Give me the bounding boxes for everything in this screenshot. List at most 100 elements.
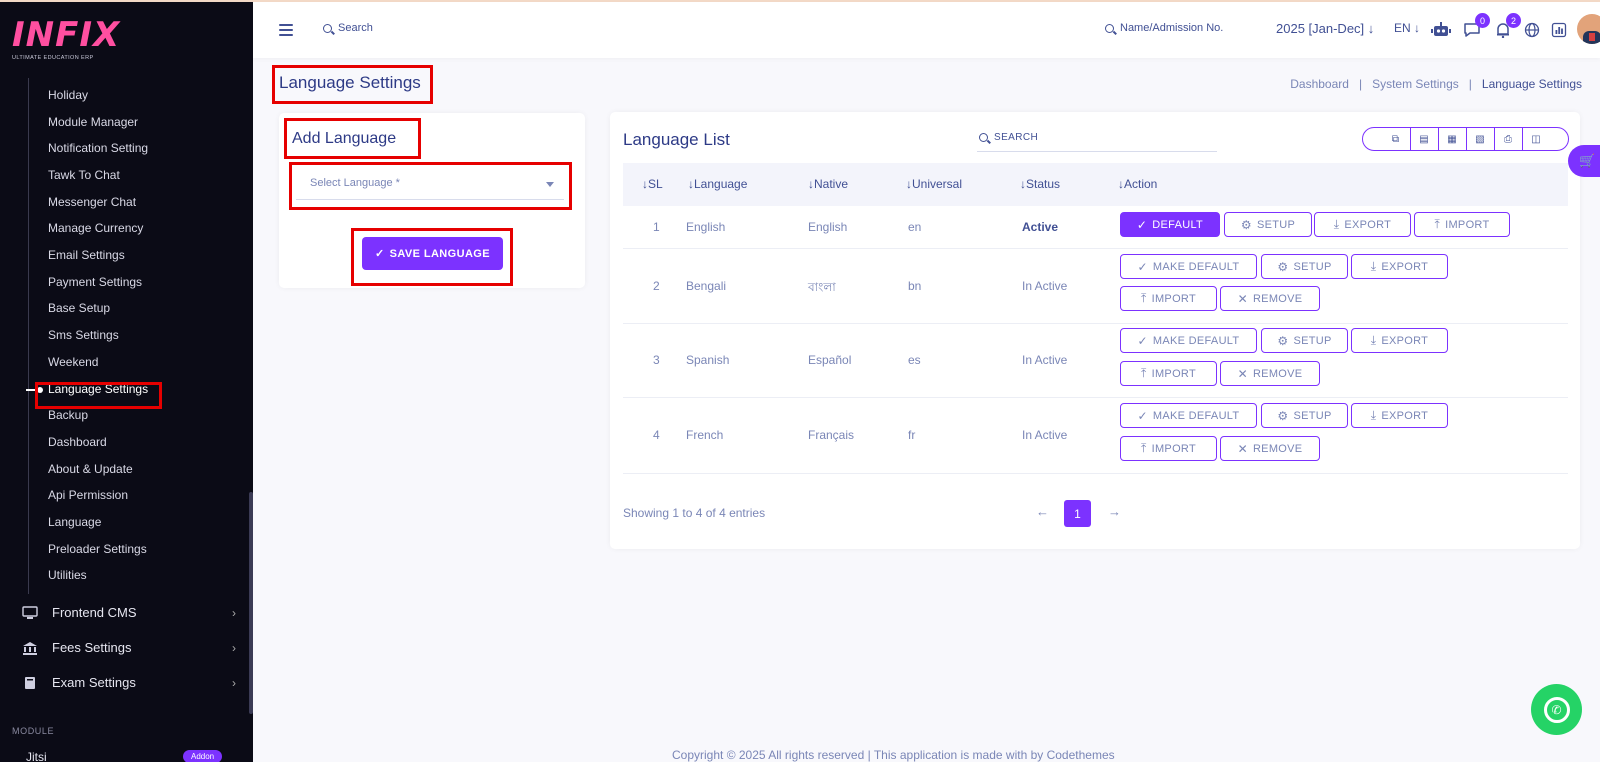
cell-universal: es — [908, 353, 921, 367]
chat-count-badge: 0 — [1475, 13, 1490, 28]
submenu-tree-line — [28, 78, 29, 594]
setup-button[interactable]: ⚙ SETUP — [1261, 403, 1348, 428]
breadcrumb-system-settings[interactable]: System Settings — [1372, 77, 1459, 91]
breadcrumb-dashboard[interactable]: Dashboard — [1290, 77, 1349, 91]
sidebar-group-fees-settings[interactable]: Fees Settings › — [22, 640, 236, 655]
setup-button[interactable]: ⚙ SETUP — [1224, 212, 1312, 237]
side-cart-icon[interactable]: 🛒 — [1568, 145, 1600, 177]
check-icon: ✓ — [1137, 333, 1148, 348]
sidebar-item-email-settings[interactable]: Email Settings — [48, 248, 125, 262]
setup-button[interactable]: ⚙ SETUP — [1261, 254, 1348, 279]
sidebar-group-exam-settings[interactable]: Exam Settings › — [22, 675, 236, 690]
remove-button[interactable]: ✕ REMOVE — [1220, 436, 1320, 461]
export-button[interactable]: ⤓ EXPORT — [1351, 403, 1448, 428]
export-button[interactable]: ⤓ EXPORT — [1351, 254, 1448, 279]
sidebar-item-backup[interactable]: Backup — [48, 408, 88, 422]
copy-icon[interactable]: ⧉ — [1382, 128, 1410, 150]
session-selector[interactable]: 2025 [Jan-Dec] ↓ — [1276, 21, 1374, 36]
top-header: Search Name/Admission No. 2025 [Jan-Dec]… — [253, 2, 1600, 58]
sidebar-item-jitsi[interactable]: Jitsi — [26, 750, 47, 762]
sidebar-item-about-update[interactable]: About & Update — [48, 462, 133, 476]
bell-icon[interactable]: 2 — [1493, 13, 1521, 40]
csv-icon[interactable]: ▦ — [1437, 128, 1466, 150]
cell-native: Español — [808, 353, 852, 367]
export-button[interactable]: ⤓ EXPORT — [1351, 328, 1448, 353]
sidebar-item-sms-settings[interactable]: Sms Settings — [48, 328, 119, 342]
sidebar-item-module-manager[interactable]: Module Manager — [48, 115, 138, 129]
make-default-button[interactable]: ✓ MAKE DEFAULT — [1120, 254, 1257, 279]
upload-icon: ⤒ — [1434, 217, 1441, 231]
admission-search[interactable]: Name/Admission No. — [1105, 22, 1223, 34]
sidebar-scrollbar[interactable] — [249, 492, 253, 714]
cell-language: English — [686, 220, 726, 234]
import-button[interactable]: ⤒ IMPORT — [1120, 361, 1217, 386]
robot-icon[interactable] — [1431, 20, 1451, 40]
excel-icon[interactable]: ▤ — [1409, 128, 1438, 150]
search-icon — [1105, 23, 1114, 33]
make-default-button[interactable]: ✓ MAKE DEFAULT — [1120, 328, 1257, 353]
sidebar-item-tawk-to-chat[interactable]: Tawk To Chat — [48, 168, 120, 182]
globe-icon[interactable] — [1522, 20, 1542, 40]
import-button[interactable]: ⤒ IMPORT — [1414, 212, 1510, 237]
table-header: ↓SL ↓Language ↓Native ↓Universal ↓Status… — [623, 163, 1568, 206]
pagination-current-page[interactable]: 1 — [1064, 500, 1091, 527]
sidebar-item-weekend[interactable]: Weekend — [48, 355, 98, 369]
import-button[interactable]: ⤒ IMPORT — [1120, 286, 1217, 311]
sidebar-item-notification-setting[interactable]: Notification Setting — [48, 141, 148, 155]
arrow-left-icon[interactable]: ← — [1036, 504, 1049, 519]
cell-native: English — [808, 220, 848, 234]
sidebar-group-label: Exam Settings — [52, 675, 136, 690]
close-icon: ✕ — [1237, 366, 1248, 381]
menu-toggle-icon[interactable] — [279, 24, 293, 36]
print-icon[interactable]: ⎙ — [1493, 128, 1522, 150]
table-search-input[interactable]: SEARCH — [977, 123, 1217, 152]
gear-icon: ⚙ — [1240, 217, 1252, 232]
chat-icon[interactable]: 0 — [1462, 13, 1490, 40]
whatsapp-button[interactable]: ✆ — [1531, 684, 1582, 735]
setup-button[interactable]: ⚙ SETUP — [1261, 328, 1348, 353]
sidebar-item-holiday[interactable]: Holiday — [48, 88, 88, 102]
column-header-sl[interactable]: ↓SL — [642, 177, 663, 191]
brand-logo[interactable]: INFIX ULTIMATE EDUCATION ERP — [12, 18, 120, 61]
table-row: 2 Bengali বাংলা bn In Active ✓ MAKE DEFAU… — [623, 249, 1568, 324]
sidebar-group-frontend-cms[interactable]: Frontend CMS › — [22, 605, 236, 620]
menu-search[interactable]: Search — [323, 22, 373, 34]
pdf-icon[interactable]: ▧ — [1465, 128, 1494, 150]
sidebar-item-utilities[interactable]: Utilities — [48, 568, 87, 582]
sidebar-item-dashboard[interactable]: Dashboard — [48, 435, 107, 449]
cell-status: In Active — [1022, 353, 1068, 367]
language-selector[interactable]: EN ↓ — [1394, 21, 1420, 35]
user-avatar[interactable] — [1577, 14, 1600, 44]
session-label: 2025 [Jan-Dec] — [1276, 21, 1365, 36]
sidebar-item-base-setup[interactable]: Base Setup — [48, 301, 110, 315]
highlight-box-sidebar-active — [35, 382, 162, 409]
columns-icon[interactable]: ◫ — [1521, 128, 1550, 150]
remove-button[interactable]: ✕ REMOVE — [1220, 361, 1320, 386]
column-header-universal[interactable]: ↓Universal — [906, 177, 962, 191]
whatsapp-icon: ✆ — [1543, 696, 1570, 723]
sidebar-item-api-permission[interactable]: Api Permission — [48, 488, 128, 502]
cell-status: Active — [1022, 220, 1059, 234]
chevron-right-icon: › — [232, 675, 236, 690]
sidebar-item-language[interactable]: Language — [48, 515, 101, 529]
report-chart-icon[interactable] — [1549, 20, 1569, 40]
remove-button[interactable]: ✕ REMOVE — [1220, 286, 1320, 311]
export-button[interactable]: ⤓ EXPORT — [1314, 212, 1411, 237]
sidebar-item-manage-currency[interactable]: Manage Currency — [48, 221, 143, 235]
sidebar-item-preloader-settings[interactable]: Preloader Settings — [48, 542, 147, 556]
default-button[interactable]: ✓ DEFAULT — [1120, 212, 1220, 237]
cell-universal: fr — [908, 428, 916, 442]
make-default-button[interactable]: ✓ MAKE DEFAULT — [1120, 403, 1257, 428]
import-button[interactable]: ⤒ IMPORT — [1120, 436, 1217, 461]
sidebar-group-label: Frontend CMS — [52, 605, 137, 620]
column-header-status[interactable]: ↓Status — [1020, 177, 1060, 191]
arrow-right-icon[interactable]: → — [1108, 504, 1121, 519]
footer-copyright: Copyright © 2025 All rights reserved | T… — [672, 748, 1115, 762]
sidebar-item-messenger-chat[interactable]: Messenger Chat — [48, 195, 136, 209]
cell-sl: 4 — [653, 428, 660, 442]
column-header-language[interactable]: ↓Language — [688, 177, 747, 191]
column-header-native[interactable]: ↓Native — [808, 177, 848, 191]
column-header-action[interactable]: ↓Action — [1118, 177, 1157, 191]
cell-native: Français — [808, 428, 855, 442]
sidebar-item-payment-settings[interactable]: Payment Settings — [48, 275, 142, 289]
